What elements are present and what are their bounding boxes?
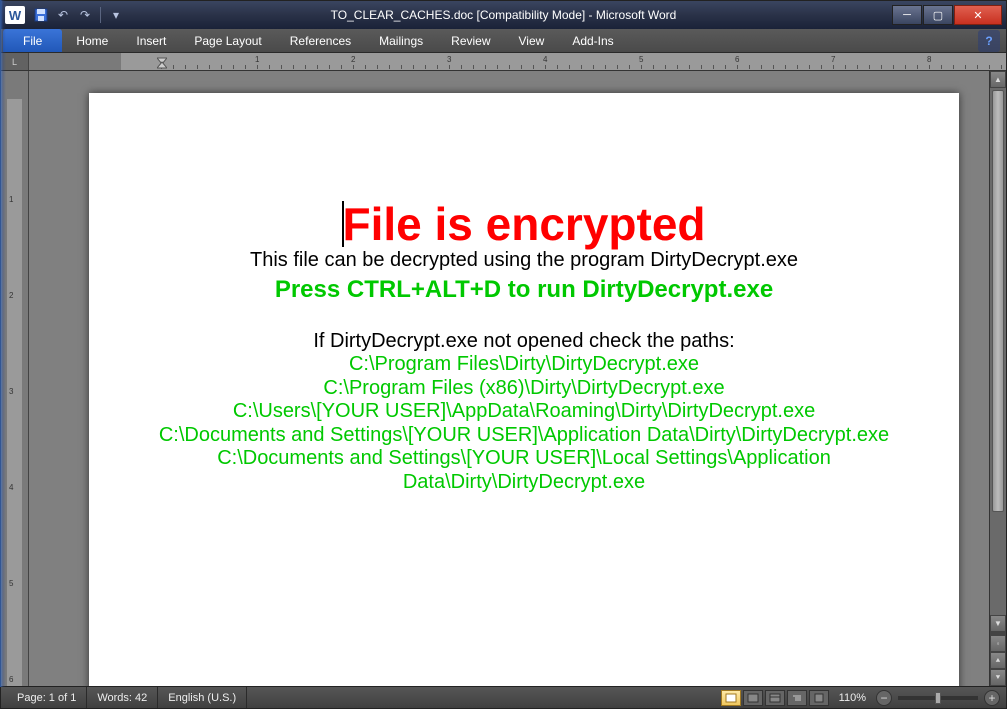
view-outline-icon[interactable] xyxy=(787,690,807,706)
app-icon-letter: W xyxy=(9,8,21,23)
tab-references[interactable]: References xyxy=(276,29,365,52)
path-line: C:\Program Files\Dirty\DirtyDecrypt.exe xyxy=(129,353,919,377)
word-window: W ↶ ↷ ▾ TO_CLEAR_CACHES.doc [Compatibili… xyxy=(0,0,1007,709)
path-line: C:\Documents and Settings\[YOUR USER]\Lo… xyxy=(129,447,919,494)
zoom-slider[interactable] xyxy=(898,696,978,700)
tab-view[interactable]: View xyxy=(505,29,559,52)
tab-home[interactable]: Home xyxy=(62,29,122,52)
prev-page-icon[interactable]: ⯅ xyxy=(990,652,1006,669)
qat-customize-icon[interactable]: ▾ xyxy=(106,5,126,25)
zoom-in-button[interactable]: + xyxy=(984,690,1000,706)
maximize-button[interactable]: ▢ xyxy=(923,5,953,25)
close-button[interactable]: ✕ xyxy=(954,5,1002,25)
titlebar[interactable]: W ↶ ↷ ▾ TO_CLEAR_CACHES.doc [Compatibili… xyxy=(1,1,1006,29)
save-icon[interactable] xyxy=(31,5,51,25)
word-app-icon[interactable]: W xyxy=(5,6,25,24)
statusbar: Page: 1 of 1 Words: 42 English (U.S.) 11… xyxy=(1,686,1006,708)
tab-mailings[interactable]: Mailings xyxy=(365,29,437,52)
file-tab[interactable]: File xyxy=(3,29,62,52)
hotkey-instruction: Press CTRL+ALT+D to run DirtyDecrypt.exe xyxy=(129,276,919,304)
view-web-layout-icon[interactable] xyxy=(765,690,785,706)
heading-encrypted: File is encrypted xyxy=(129,201,919,247)
scroll-thumb[interactable] xyxy=(992,90,1004,512)
main-area: 1234567 File is encrypted This file can … xyxy=(1,71,1006,686)
tab-insert[interactable]: Insert xyxy=(122,29,180,52)
browse-object-icon[interactable]: ◦ xyxy=(990,635,1006,652)
tab-review[interactable]: Review xyxy=(437,29,504,52)
page-content: File is encrypted This file can be decry… xyxy=(89,93,959,535)
ribbon-tabs: File Home Insert Page Layout References … xyxy=(1,29,1006,53)
zoom-out-button[interactable]: − xyxy=(876,690,892,706)
status-right: 110% − + xyxy=(721,690,1000,706)
document-viewport[interactable]: File is encrypted This file can be decry… xyxy=(29,71,989,686)
quick-access-toolbar: ↶ ↷ ▾ xyxy=(31,5,126,25)
tab-add-ins[interactable]: Add-Ins xyxy=(558,29,627,52)
status-words[interactable]: Words: 42 xyxy=(87,687,158,708)
status-language[interactable]: English (U.S.) xyxy=(158,687,247,708)
zoom-slider-thumb[interactable] xyxy=(935,692,941,704)
check-paths-label: If DirtyDecrypt.exe not opened check the… xyxy=(129,330,919,353)
ruler-row: L 123456789 xyxy=(1,53,1006,71)
window-title: TO_CLEAR_CACHES.doc [Compatibility Mode]… xyxy=(331,8,677,22)
view-print-layout-icon[interactable] xyxy=(721,690,741,706)
path-line: C:\Documents and Settings\[YOUR USER]\Ap… xyxy=(129,424,919,448)
file-tab-label: File xyxy=(23,34,42,48)
view-full-screen-icon[interactable] xyxy=(743,690,763,706)
tab-page-layout[interactable]: Page Layout xyxy=(180,29,275,52)
zoom-level[interactable]: 110% xyxy=(839,692,866,704)
scroll-down-icon[interactable]: ▼ xyxy=(990,615,1006,632)
path-line: C:\Program Files (x86)\Dirty\DirtyDecryp… xyxy=(129,377,919,401)
undo-icon[interactable]: ↶ xyxy=(53,5,73,25)
view-draft-icon[interactable] xyxy=(809,690,829,706)
subtext-decrypt-info: This file can be decrypted using the pro… xyxy=(129,249,919,272)
window-controls: ─ ▢ ✕ xyxy=(891,5,1002,25)
minimize-button[interactable]: ─ xyxy=(892,5,922,25)
qat-separator xyxy=(100,7,101,23)
scroll-up-icon[interactable]: ▲ xyxy=(990,71,1006,88)
status-page[interactable]: Page: 1 of 1 xyxy=(7,687,87,708)
help-icon[interactable]: ? xyxy=(978,30,1000,52)
path-line: C:\Users\[YOUR USER]\AppData\Roaming\Dir… xyxy=(129,400,919,424)
vertical-ruler[interactable]: 1234567 xyxy=(1,71,29,686)
scroll-track[interactable] xyxy=(990,88,1006,615)
redo-icon[interactable]: ↷ xyxy=(75,5,95,25)
document-page[interactable]: File is encrypted This file can be decry… xyxy=(89,93,959,686)
next-page-icon[interactable]: ⯆ xyxy=(990,669,1006,686)
horizontal-ruler[interactable]: 123456789 xyxy=(29,53,1006,70)
vertical-scrollbar[interactable]: ▲ ▼ ◦ ⯅ ⯆ xyxy=(989,71,1006,686)
tab-selector[interactable]: L xyxy=(1,53,29,70)
